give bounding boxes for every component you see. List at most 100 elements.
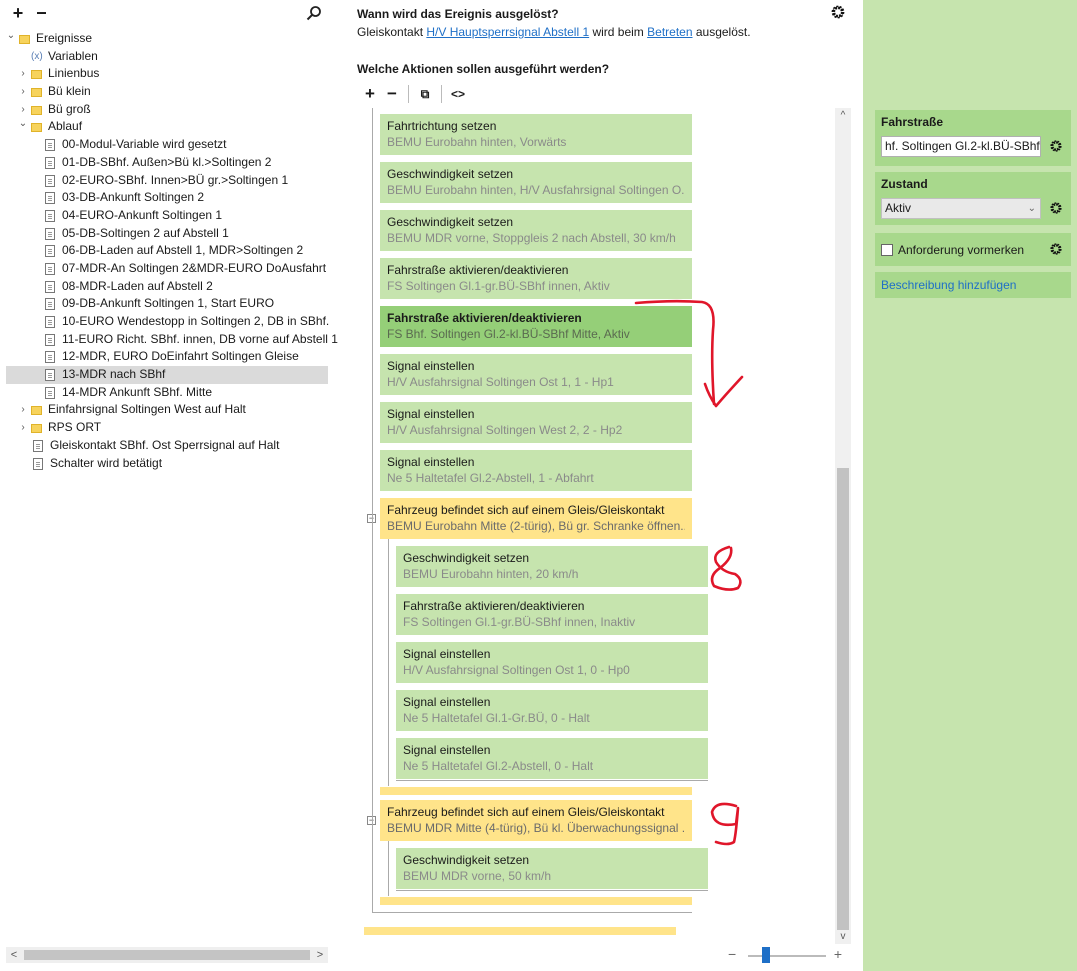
card-title: Fahrstraße aktivieren/deaktivieren [403,599,585,613]
zoom-track[interactable] [748,955,826,957]
document-icon [45,192,55,205]
tree-item[interactable]: 08-MDR-Laden auf Abstell 2 [6,278,328,296]
action-card[interactable]: Geschwindigkeit setzen BEMU Eurobahn hint… [396,546,708,587]
event-editor: Wann wird das Ereignis ausgelöst? Gleisk… [344,0,862,971]
condition-card[interactable]: Fahrzeug befindet sich auf einem Gleis/G… [380,800,692,841]
vertical-scrollbar[interactable]: ^ v [835,108,851,944]
trigger-contact-link[interactable]: H/V Hauptsperrsignal Abstell 1 [426,25,589,39]
scroll-left-icon[interactable]: < [6,947,22,963]
zoom-slider[interactable]: − + [728,946,848,964]
remove-action-button[interactable]: − [382,84,402,104]
action-card[interactable]: Signal einstellen H/V Ausfahrsignal Solti… [396,642,708,683]
event-tree-panel: + − ⌄ Ereignisse (x) Variablen › Linienbus › Bü… [0,0,338,971]
action-list: Fahrtrichtung setzen BEMU Eurobahn hinten… [364,108,834,946]
card-title: Fahrstraße aktivieren/deaktivieren [387,311,582,325]
state-select[interactable]: Aktiv ⌄ [881,198,1041,219]
chevron-down-icon[interactable]: ⌄ [6,27,16,45]
gear-icon[interactable] [1049,242,1063,256]
tree-item[interactable]: › Linienbus [6,65,328,83]
tree-item[interactable]: 05-DB-Soltingen 2 auf Abstell 1 [6,225,328,243]
copy-icon[interactable]: ⧉ [415,87,435,102]
action-card[interactable]: Signal einstellen Ne 5 Haltetafel Gl.1-Gr… [396,690,708,731]
tree-item[interactable]: Schalter wird betätigt [6,455,328,473]
action-card[interactable]: Geschwindigkeit setzen BEMU MDR vorne, St… [380,210,692,251]
tree-item[interactable]: 07-MDR-An Soltingen 2&MDR-EURO DoAusfahr… [6,260,328,278]
scroll-down-icon[interactable]: v [835,931,851,942]
reserve-property: Anforderung vormerken [875,233,1071,266]
scrollbar-thumb[interactable] [837,468,849,930]
chevron-down-icon[interactable]: ⌄ [1028,199,1036,218]
tree-item[interactable]: 11-EURO Richt. SBhf. innen, DB vorne auf… [6,331,338,349]
route-property: Fahrstraße hf. Soltingen Gl.2-kl.BÜ-SBhf… [875,110,1071,166]
chevron-right-icon[interactable]: › [18,83,28,101]
scroll-right-icon[interactable]: > [312,947,328,963]
tree-item[interactable]: (x) Variablen [6,48,328,66]
trigger-mode-link[interactable]: Betreten [647,25,692,39]
action-card[interactable]: Geschwindigkeit setzen BEMU Eurobahn hint… [380,162,692,203]
tree-item[interactable]: Gleiskontakt SBhf. Ost Sperrsignal auf H… [6,437,328,455]
action-card[interactable]: Fahrtrichtung setzen BEMU Eurobahn hinten… [380,114,692,155]
scroll-up-icon[interactable]: ^ [835,110,851,121]
reserve-label: Anforderung vormerken [898,243,1025,257]
remove-event-button[interactable]: − [31,4,51,22]
chevron-right-icon[interactable]: › [18,65,28,83]
card-subtitle: BEMU Eurobahn Mitte (2-türig), Bü gr. Sc… [387,519,685,533]
state-property: Zustand Aktiv ⌄ [875,172,1071,225]
tree-item[interactable]: 14-MDR Ankunft SBhf. Mitte [6,384,328,402]
action-card[interactable]: Fahrstraße aktivieren/deaktivieren FS Bhf… [380,306,692,347]
tree-item[interactable]: 06-DB-Laden auf Abstell 1, MDR>Soltingen… [6,242,328,260]
zoom-in-icon[interactable]: + [834,946,842,962]
chevron-down-icon[interactable]: ⌄ [18,115,28,133]
action-card[interactable]: Signal einstellen Ne 5 Haltetafel Gl.2-Ab… [396,738,708,779]
add-event-button[interactable]: + [8,4,28,22]
tree-item[interactable]: 10-EURO Wendestopp in Soltingen 2, DB in… [6,313,329,331]
condition-end-bar [380,787,692,795]
trigger-heading: Wann wird das Ereignis ausgelöst? [357,7,559,21]
tree-item[interactable]: 12-MDR, EURO DoEinfahrt Soltingen Gleise [6,348,328,366]
tree-item[interactable]: › RPS ORT [6,419,328,437]
card-title: Signal einstellen [403,695,491,709]
tree-item[interactable]: 04-EURO-Ankunft Soltingen 1 [6,207,328,225]
add-action-button[interactable]: + [360,84,380,104]
condition-card[interactable]: Fahrzeug befindet sich auf einem Gleis/G… [380,498,692,539]
search-icon[interactable] [306,5,322,21]
folder-icon [31,88,42,98]
tree-item[interactable]: ⌄ Ereignisse [6,30,328,48]
action-card[interactable]: Geschwindigkeit setzen BEMU MDR vorne, 50… [396,848,708,889]
zoom-knob[interactable] [762,947,770,963]
variable-icon: (x) [31,50,43,62]
action-card[interactable]: Signal einstellen H/V Ausfahrsignal Solti… [380,402,692,443]
card-title: Geschwindigkeit setzen [403,853,530,867]
tree-item[interactable]: 03-DB-Ankunft Soltingen 2 [6,189,328,207]
tree-item[interactable]: 02-EURO-SBhf. Innen>BÜ gr.>Soltingen 1 [6,172,328,190]
action-card[interactable]: Fahrstraße aktivieren/deaktivieren FS Sol… [380,258,692,299]
reserve-checkbox[interactable] [881,244,893,256]
chevron-right-icon[interactable]: › [18,401,28,419]
gear-icon[interactable] [1049,139,1063,153]
card-subtitle: FS Soltingen Gl.1-gr.BÜ-SBhf innen, Inak… [403,615,636,629]
add-description-link[interactable]: Beschreibung hinzufügen [875,272,1071,298]
tree-item[interactable]: 00-Modul-Variable wird gesetzt [6,136,328,154]
tree-item[interactable]: 01-DB-SBhf. Außen>Bü kl.>Soltingen 2 [6,154,328,172]
tree-item[interactable]: 13-MDR nach SBhf [6,366,328,384]
action-card[interactable]: Fahrstraße aktivieren/deaktivieren FS Sol… [396,594,708,635]
list-end-bar [364,927,676,935]
tree-item[interactable]: ⌄ Ablauf [6,118,328,136]
tree-item[interactable]: › Bü groß [6,101,328,119]
action-card[interactable]: Signal einstellen H/V Ausfahrsignal Solti… [380,354,692,395]
gear-icon[interactable] [1049,201,1063,215]
tree-item[interactable]: › Einfahrsignal Soltingen West auf Halt [6,401,328,419]
tree-item-label: Gleiskontakt SBhf. Ost Sperrsignal auf H… [50,437,280,452]
scrollbar-thumb[interactable] [24,950,310,960]
tree-item[interactable]: 09-DB-Ankunft Soltingen 1, Start EURO [6,295,328,313]
gear-icon[interactable] [830,4,846,20]
route-field[interactable]: hf. Soltingen Gl.2-kl.BÜ-SBhf Mitte, Akt… [881,136,1041,157]
block-divider [372,912,692,913]
tree-item[interactable]: › Bü klein [6,83,328,101]
card-subtitle: BEMU Eurobahn hinten, H/V Ausfahrsignal … [387,183,685,197]
chevron-right-icon[interactable]: › [18,419,28,437]
code-icon[interactable]: <> [448,87,468,101]
action-card[interactable]: Signal einstellen Ne 5 Haltetafel Gl.2-Ab… [380,450,692,491]
zoom-out-icon[interactable]: − [728,946,736,962]
horizontal-scrollbar[interactable]: < > [6,947,328,963]
